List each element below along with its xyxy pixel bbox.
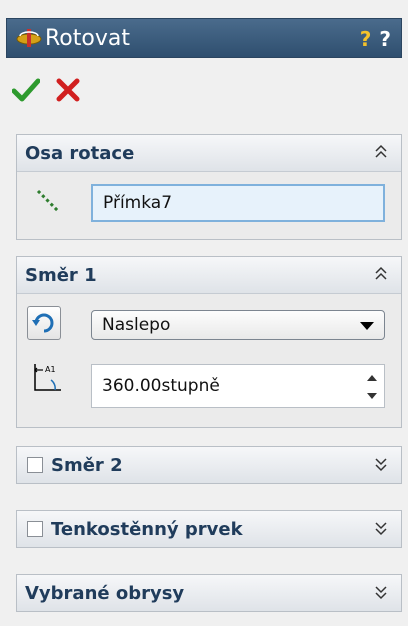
- spin-down-icon[interactable]: [367, 393, 377, 399]
- feature-titlebar: Rotovat ? ?: [6, 18, 402, 58]
- collapse-chevron-icon[interactable]: [373, 141, 389, 163]
- angle-icon: A1: [34, 364, 61, 391]
- spin-up-icon[interactable]: [367, 375, 377, 381]
- axis-line-icon: [36, 189, 60, 213]
- revolve-feature-icon: [16, 29, 42, 47]
- axis-selection-value: Přímka7: [103, 193, 173, 213]
- reverse-direction-icon: [32, 313, 54, 333]
- direction1-section-title: Směr 1: [25, 264, 97, 286]
- expand-chevron-icon[interactable]: [373, 517, 389, 539]
- cancel-x-icon[interactable]: [56, 78, 80, 102]
- axis-section-header[interactable]: Osa rotace: [17, 135, 401, 172]
- direction1-section: Směr 1 Naslepo A1 360.00stupně: [16, 256, 402, 428]
- selected-contours-section-header[interactable]: Vybrané obrysy: [17, 575, 401, 611]
- ok-checkmark-icon[interactable]: [12, 78, 40, 102]
- direction-type-dropdown[interactable]: Naslepo: [91, 310, 385, 340]
- selected-contours-section-title: Vybrané obrysy: [25, 582, 185, 604]
- thin-feature-checkbox[interactable]: [27, 521, 43, 537]
- axis-section-title: Osa rotace: [25, 142, 135, 164]
- direction2-section-title: Směr 2: [51, 454, 123, 476]
- selected-contours-section: Vybrané obrysy: [16, 574, 402, 612]
- svg-text:A1: A1: [45, 365, 56, 374]
- chevron-down-icon: [360, 322, 374, 330]
- expand-chevron-icon[interactable]: [373, 453, 389, 475]
- expand-chevron-icon[interactable]: [373, 581, 389, 603]
- direction-type-value: Naslepo: [102, 315, 171, 335]
- help-icon-2[interactable]: ?: [379, 27, 391, 51]
- axis-selection-field[interactable]: Přímka7: [91, 184, 385, 222]
- feature-title: Rotovat: [45, 25, 130, 51]
- axis-section-body: Přímka7: [17, 172, 401, 240]
- collapse-chevron-icon[interactable]: [373, 263, 389, 285]
- direction1-section-header[interactable]: Směr 1: [17, 257, 401, 294]
- help-controls: ? ?: [360, 27, 391, 51]
- reverse-direction-button[interactable]: [27, 306, 61, 340]
- direction2-checkbox[interactable]: [27, 457, 43, 473]
- axis-section: Osa rotace Přímka7: [16, 134, 402, 240]
- help-icon-1[interactable]: ?: [360, 27, 372, 51]
- angle-field[interactable]: 360.00stupně: [91, 364, 385, 408]
- confirm-bar: [12, 78, 80, 102]
- thin-feature-section: Tenkostěnný prvek: [16, 510, 402, 548]
- angle-spinner[interactable]: [360, 365, 384, 409]
- thin-feature-section-title: Tenkostěnný prvek: [51, 518, 243, 540]
- direction2-section-header[interactable]: Směr 2: [17, 447, 401, 483]
- thin-feature-section-header[interactable]: Tenkostěnný prvek: [17, 511, 401, 547]
- direction2-section: Směr 2: [16, 446, 402, 484]
- direction1-section-body: Naslepo A1 360.00stupně: [17, 294, 401, 428]
- angle-value: 360.00stupně: [102, 376, 220, 396]
